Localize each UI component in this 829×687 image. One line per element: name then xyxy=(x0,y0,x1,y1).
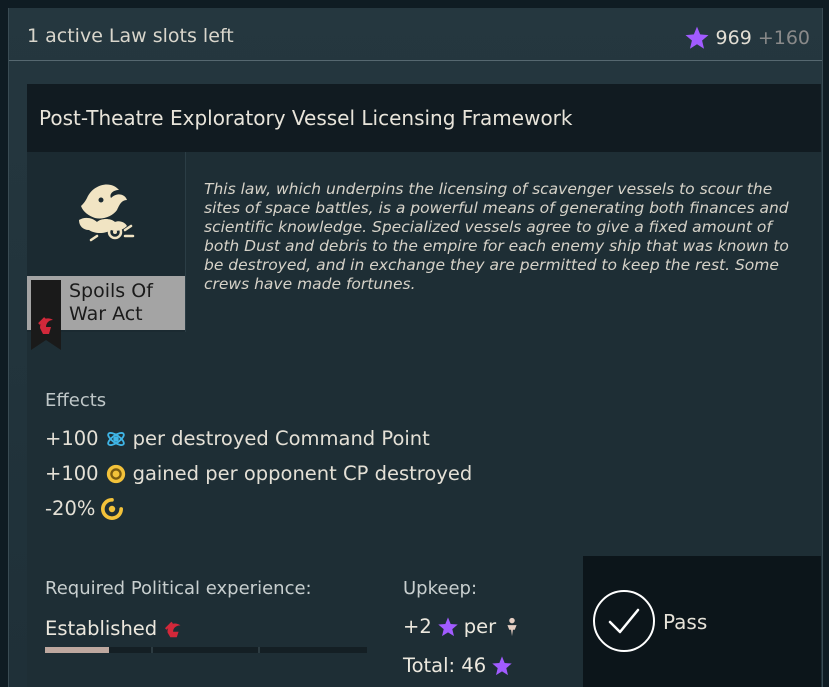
effect-text: per destroyed Command Point xyxy=(132,427,430,450)
influence-gain: +160 xyxy=(757,27,810,49)
pass-button[interactable]: Pass xyxy=(583,556,821,687)
required-experience-value: Established xyxy=(45,617,185,640)
experience-progress-fill xyxy=(45,647,110,653)
law-icon-box: Spoils Of War Act xyxy=(27,152,185,350)
progress-tick xyxy=(257,647,260,653)
law-name-box: Spoils Of War Act xyxy=(27,276,185,350)
upkeep-label: Upkeep: xyxy=(403,578,478,599)
experience-progress-bar xyxy=(45,647,367,653)
effect-text: gained per opponent CP destroyed xyxy=(132,462,473,485)
upkeep-per-amount: +2 xyxy=(403,615,432,638)
influence-star-icon xyxy=(492,655,512,675)
effect-line: -20% xyxy=(45,497,129,520)
law-panel: 1 active Law slots left 969 +160 Post-Th… xyxy=(8,8,823,687)
law-name: Spoils Of War Act xyxy=(69,280,184,326)
pass-check-circle xyxy=(593,590,655,652)
top-bar: 1 active Law slots left 969 +160 xyxy=(9,8,822,61)
law-name-line1: Spoils Of xyxy=(69,280,153,302)
law-title: Post-Theatre Exploratory Vessel Licensin… xyxy=(39,106,573,130)
influence-star-icon xyxy=(685,26,709,49)
pass-label: Pass xyxy=(663,610,708,634)
checkmark-icon xyxy=(608,608,640,634)
population-icon xyxy=(507,617,517,636)
effect-amount: -20% xyxy=(45,497,96,520)
experience-level: Established xyxy=(45,617,158,640)
dust-icon xyxy=(106,464,125,483)
law-card: Post-Theatre Exploratory Vessel Licensin… xyxy=(27,84,821,687)
upkeep-per-line: +2 per xyxy=(403,615,523,638)
militarist-helmet-icon xyxy=(165,621,181,637)
upkeep-total: Total: 46 xyxy=(403,654,487,677)
law-header: Post-Theatre Exploratory Vessel Licensin… xyxy=(27,84,821,152)
law-slots-text: 1 active Law slots left xyxy=(27,25,234,47)
upkeep-per-text: per xyxy=(463,615,497,638)
divider xyxy=(185,152,186,332)
progress-tick xyxy=(151,647,154,653)
law-name-line2: War Act xyxy=(69,303,143,325)
dust-income-icon xyxy=(101,497,124,520)
influence-value: 969 xyxy=(715,27,752,49)
influence-star-icon xyxy=(438,616,458,636)
vulture-emblem-icon xyxy=(79,184,135,242)
science-icon xyxy=(106,431,125,446)
law-description: This law, which underpins the licensing … xyxy=(204,180,789,293)
effect-line: +100 per destroyed Command Point xyxy=(45,427,430,450)
militarist-ribbon-icon xyxy=(31,280,61,350)
effect-amount: +100 xyxy=(45,427,99,450)
effect-line: +100 gained per opponent CP destroyed xyxy=(45,462,472,485)
effect-amount: +100 xyxy=(45,462,99,485)
upkeep-total-line: Total: 46 xyxy=(403,654,513,677)
influence-counter: 969 +160 xyxy=(684,25,810,51)
required-experience-label: Required Political experience: xyxy=(45,578,312,599)
effects-label: Effects xyxy=(45,390,107,411)
